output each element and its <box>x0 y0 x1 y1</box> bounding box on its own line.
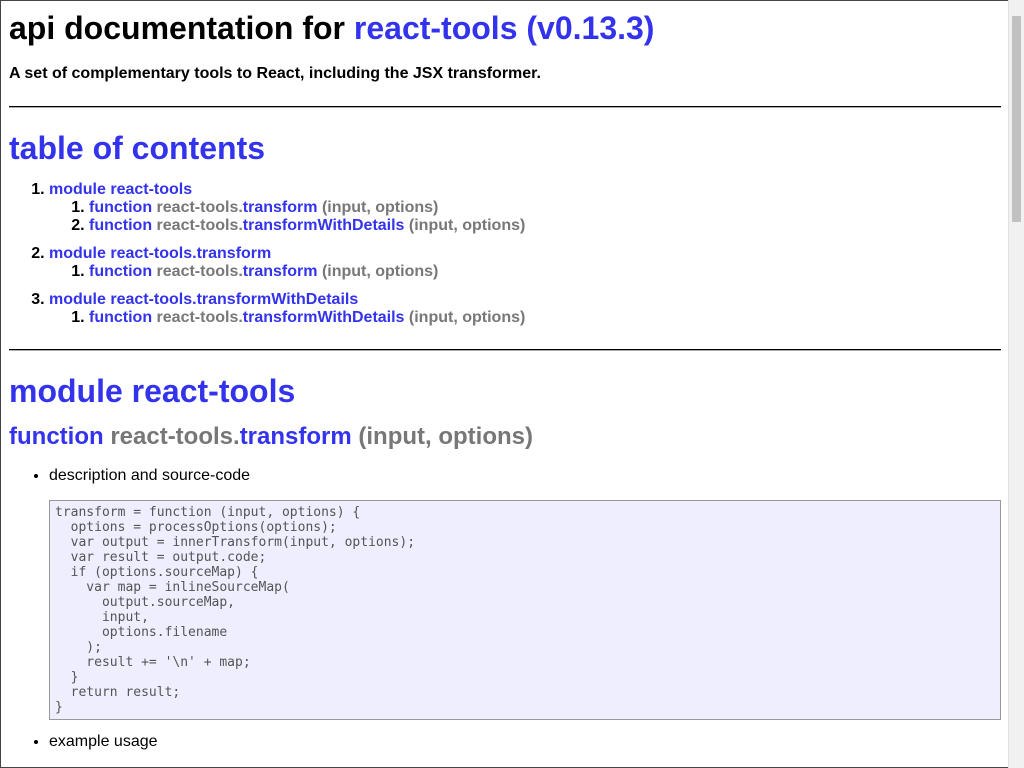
toc-function-list: function react-tools.transform (input, o… <box>49 263 1001 281</box>
toc-function-link[interactable]: function react-tools.transform (input, o… <box>89 263 438 280</box>
toc-module-item: module react-tools.transform function re… <box>49 245 1001 281</box>
toc-function-list: function react-tools.transformWithDetail… <box>49 309 1001 327</box>
toc-module-link[interactable]: module react-tools <box>49 181 192 198</box>
title-prefix: api documentation for <box>9 10 345 46</box>
page-title: api documentation for react-tools (v0.13… <box>9 9 1001 47</box>
function-args: (input, options) <box>321 263 439 280</box>
function-name: transform <box>242 199 318 216</box>
toc-function-link[interactable]: function react-tools.transform (input, o… <box>89 199 438 216</box>
toc-function-item: function react-tools.transform (input, o… <box>89 199 1001 217</box>
function-prefix: react-tools. <box>110 423 240 450</box>
example-usage-label: example usage <box>49 733 158 750</box>
function-name: transformWithDetails <box>242 217 405 234</box>
document-frame: api documentation for react-tools (v0.13… <box>0 0 1009 768</box>
toc-module-link[interactable]: module react-tools.transform <box>49 245 271 262</box>
function-prefix: react-tools. <box>156 309 243 326</box>
function-args: (input, options) <box>408 309 526 326</box>
page-content: api documentation for react-tools (v0.13… <box>1 9 1008 752</box>
toc-list: module react-tools function react-tools.… <box>9 181 1001 327</box>
function-keyword: function <box>89 263 153 280</box>
function-prefix: react-tools. <box>156 199 243 216</box>
function-keyword: function <box>89 309 153 326</box>
function-args: (input, options) <box>321 199 439 216</box>
toc-function-item: function react-tools.transform (input, o… <box>89 263 1001 281</box>
list-item: description and source-code transform = … <box>49 466 1001 720</box>
toc-module-link[interactable]: module react-tools.transformWithDetails <box>49 291 358 308</box>
divider <box>9 106 1001 108</box>
function-prefix: react-tools. <box>156 263 243 280</box>
toc-function-link[interactable]: function react-tools.transformWithDetail… <box>89 309 525 326</box>
package-description: A set of complementary tools to React, i… <box>9 65 541 82</box>
function-name: transform <box>239 423 352 450</box>
toc-module-item: module react-tools.transformWithDetails … <box>49 291 1001 327</box>
function-details-list: description and source-code transform = … <box>9 466 1001 752</box>
function-args: (input, options) <box>358 423 533 450</box>
package-link[interactable]: react-tools (v0.13.3) <box>354 10 655 46</box>
toc-function-list: function react-tools.transform (input, o… <box>49 199 1001 235</box>
vertical-scrollbar[interactable] <box>1008 0 1024 768</box>
divider <box>9 349 1001 351</box>
function-name: transform <box>242 263 318 280</box>
description-label: description and source-code <box>49 467 251 484</box>
function-name: transformWithDetails <box>242 309 405 326</box>
list-item: example usage <box>49 732 1001 752</box>
toc-function-item: function react-tools.transformWithDetail… <box>89 309 1001 327</box>
function-keyword: function <box>89 199 153 216</box>
scrollbar-thumb[interactable] <box>1012 16 1021 222</box>
module-heading: module react-tools <box>9 373 296 409</box>
function-heading: function react-tools.transform (input, o… <box>9 422 1001 452</box>
source-code-block: transform = function (input, options) { … <box>49 500 1001 720</box>
function-keyword: function <box>89 217 153 234</box>
toc-function-link[interactable]: function react-tools.transformWithDetail… <box>89 217 525 234</box>
toc-function-item: function react-tools.transformWithDetail… <box>89 217 1001 235</box>
function-args: (input, options) <box>408 217 526 234</box>
function-keyword: function <box>9 423 104 450</box>
function-prefix: react-tools. <box>156 217 243 234</box>
toc-heading: table of contents <box>9 130 266 166</box>
toc-module-item: module react-tools function react-tools.… <box>49 181 1001 235</box>
